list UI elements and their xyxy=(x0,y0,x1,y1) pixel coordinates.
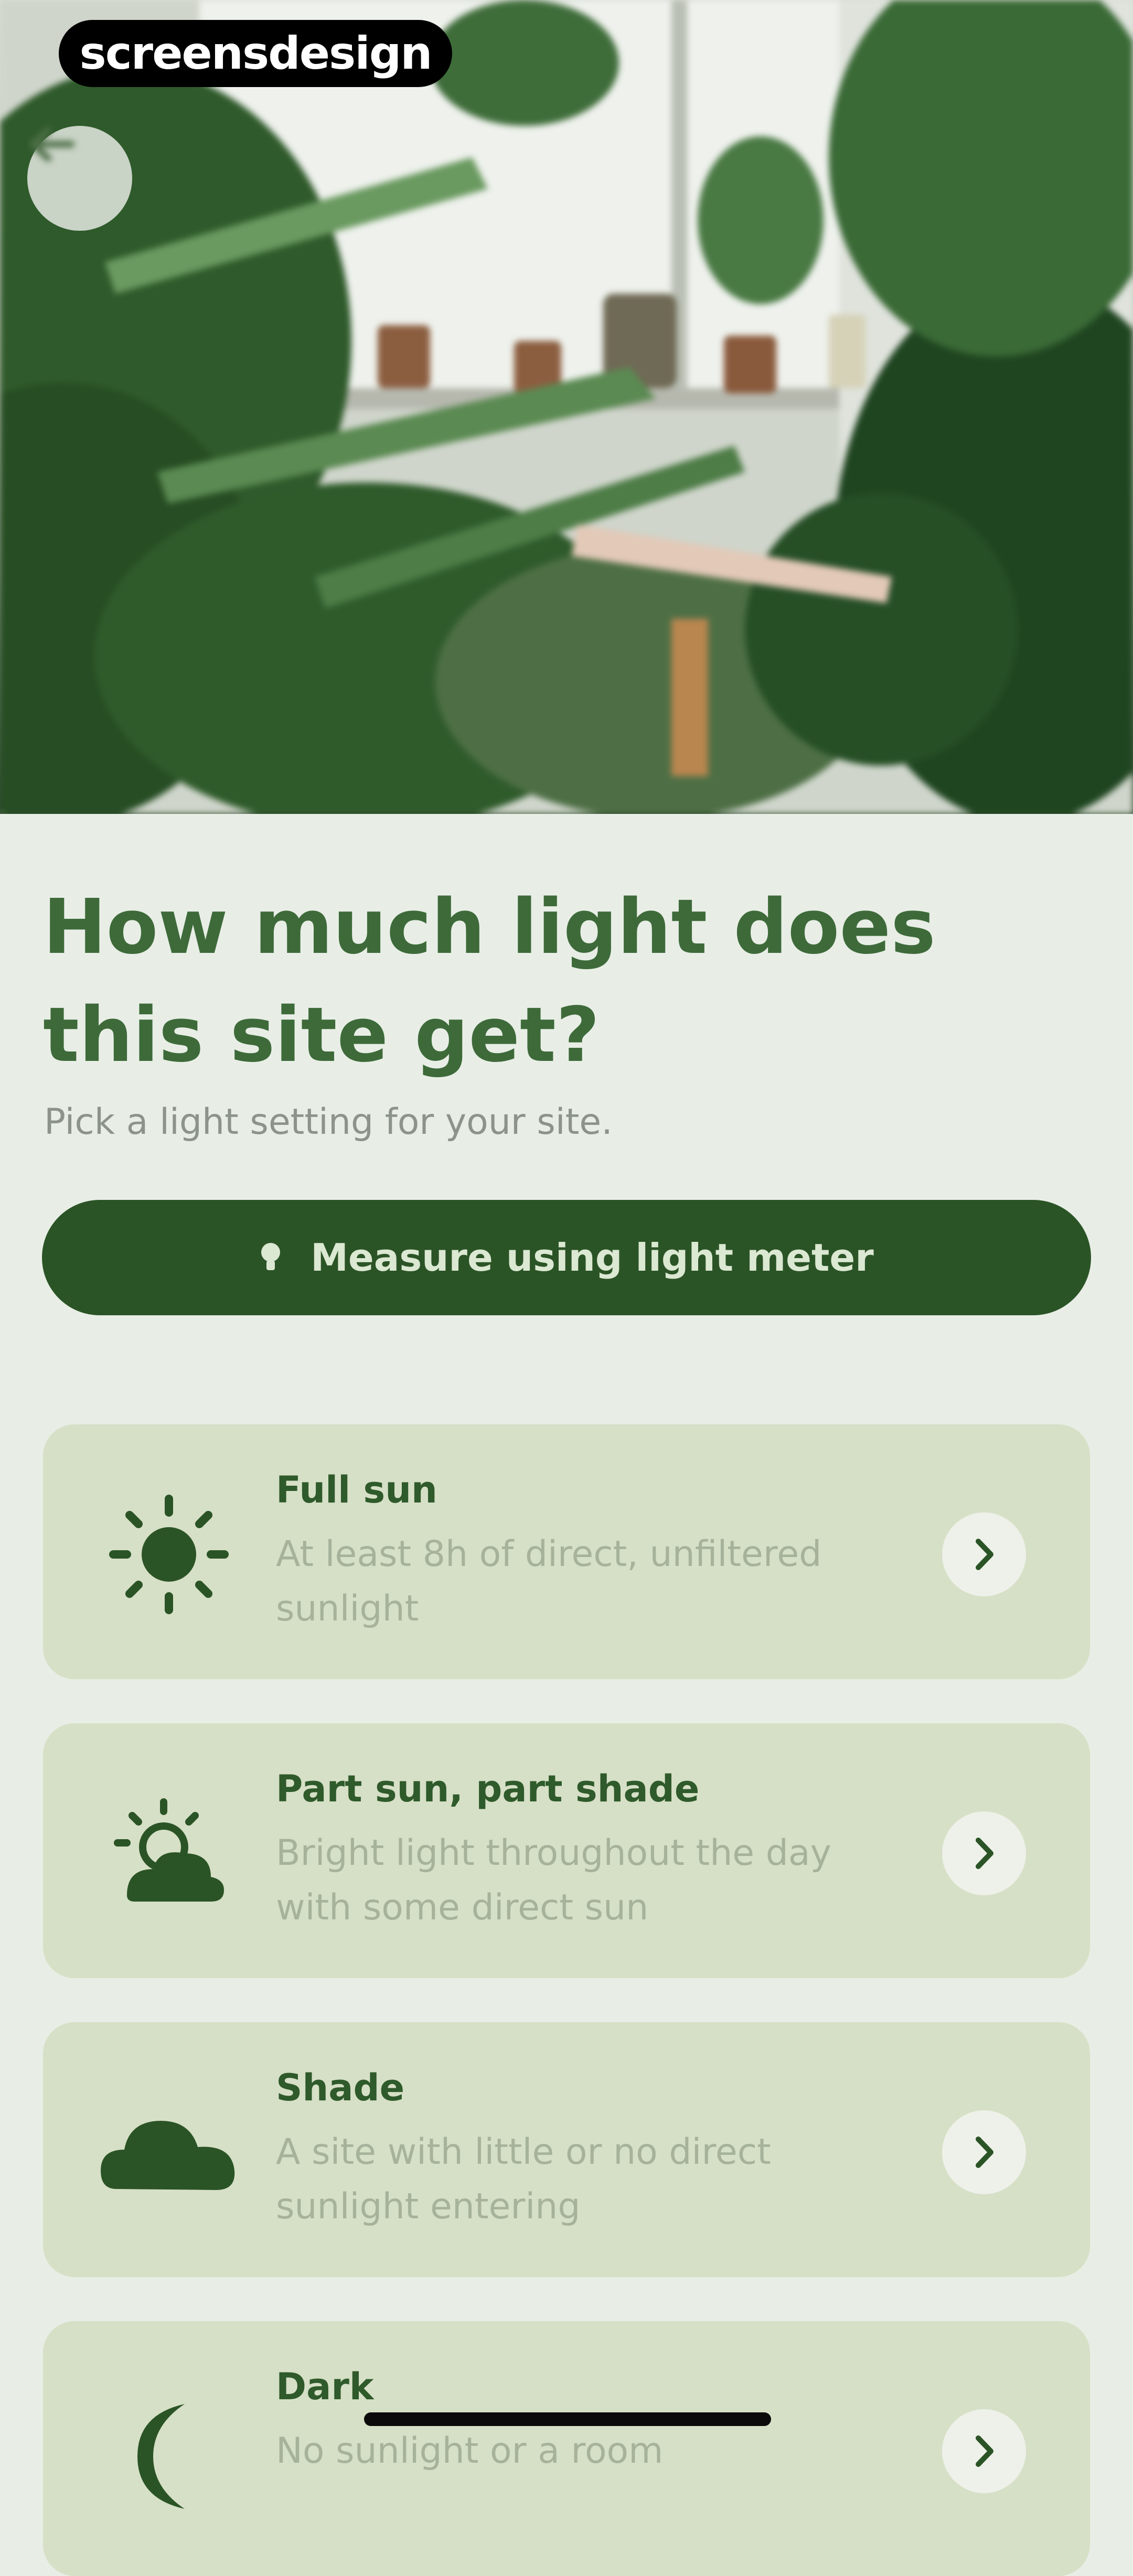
page-subtitle: Pick a light setting for your site. xyxy=(44,1101,613,1143)
measure-light-meter-label: Measure using light meter xyxy=(311,1236,874,1280)
chevron-right-icon[interactable] xyxy=(942,1811,1026,1895)
option-name: Shade xyxy=(276,2066,405,2109)
chevron-right-icon[interactable] xyxy=(942,2110,1026,2194)
sun-icon xyxy=(101,1486,237,1623)
light-bulb-icon xyxy=(259,1242,282,1273)
back-button[interactable] xyxy=(27,126,132,231)
partly-cloudy-icon xyxy=(101,1785,237,1922)
option-description: Bright light throughout the day with som… xyxy=(276,1832,831,1928)
measure-light-meter-button[interactable]: Measure using light meter xyxy=(42,1200,1091,1315)
option-description: No sunlight or a room xyxy=(276,2430,664,2472)
chevron-right-icon[interactable] xyxy=(942,2409,1026,2493)
option-name: Dark xyxy=(276,2365,374,2408)
option-part-sun[interactable]: Part sun, part shade Bright light throug… xyxy=(43,1723,1090,1978)
cloud-icon xyxy=(101,2084,237,2220)
page-title: How much light does this site get? xyxy=(43,883,936,1079)
option-description: A site with little or no direct sunlight… xyxy=(276,2131,771,2227)
home-indicator[interactable] xyxy=(364,2412,771,2426)
option-name: Full sun xyxy=(276,1468,437,1511)
option-dark[interactable]: Dark No sunlight or a room xyxy=(43,2321,1090,2576)
moon-icon xyxy=(101,2383,237,2519)
option-name: Part sun, part shade xyxy=(276,1767,700,1810)
hero-image: screensdesign xyxy=(0,0,1133,814)
chevron-right-icon[interactable] xyxy=(942,1512,1026,1596)
screensdesign-watermark: screensdesign xyxy=(59,20,452,87)
option-description: At least 8h of direct, unfiltered sunlig… xyxy=(276,1533,822,1629)
plants-photo xyxy=(0,0,1133,814)
option-full-sun[interactable]: Full sun At least 8h of direct, unfilter… xyxy=(43,1424,1090,1679)
option-shade[interactable]: Shade A site with little or no direct su… xyxy=(43,2022,1090,2277)
